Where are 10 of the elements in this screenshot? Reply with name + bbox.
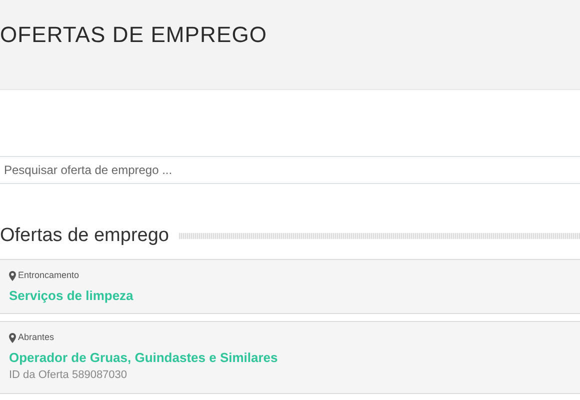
job-card[interactable]: Abrantes Operador de Gruas, Guindastes e Similares ID da Oferta 589087030	[0, 321, 580, 394]
offer-id: ID da Oferta 589087030	[9, 368, 128, 383]
section-title: Ofertas de emprego	[0, 224, 169, 248]
search-field[interactable]: Pesquisar oferta de emprego ...	[0, 156, 580, 184]
job-location: Abrantes	[18, 331, 54, 344]
map-pin-icon	[9, 333, 16, 343]
map-pin-icon	[9, 271, 16, 281]
job-location: Entroncamento	[18, 269, 80, 282]
job-card[interactable]: Entroncamento Serviços de limpeza	[0, 259, 580, 314]
page-title: OFERTAS DE EMPREGO	[0, 22, 268, 48]
